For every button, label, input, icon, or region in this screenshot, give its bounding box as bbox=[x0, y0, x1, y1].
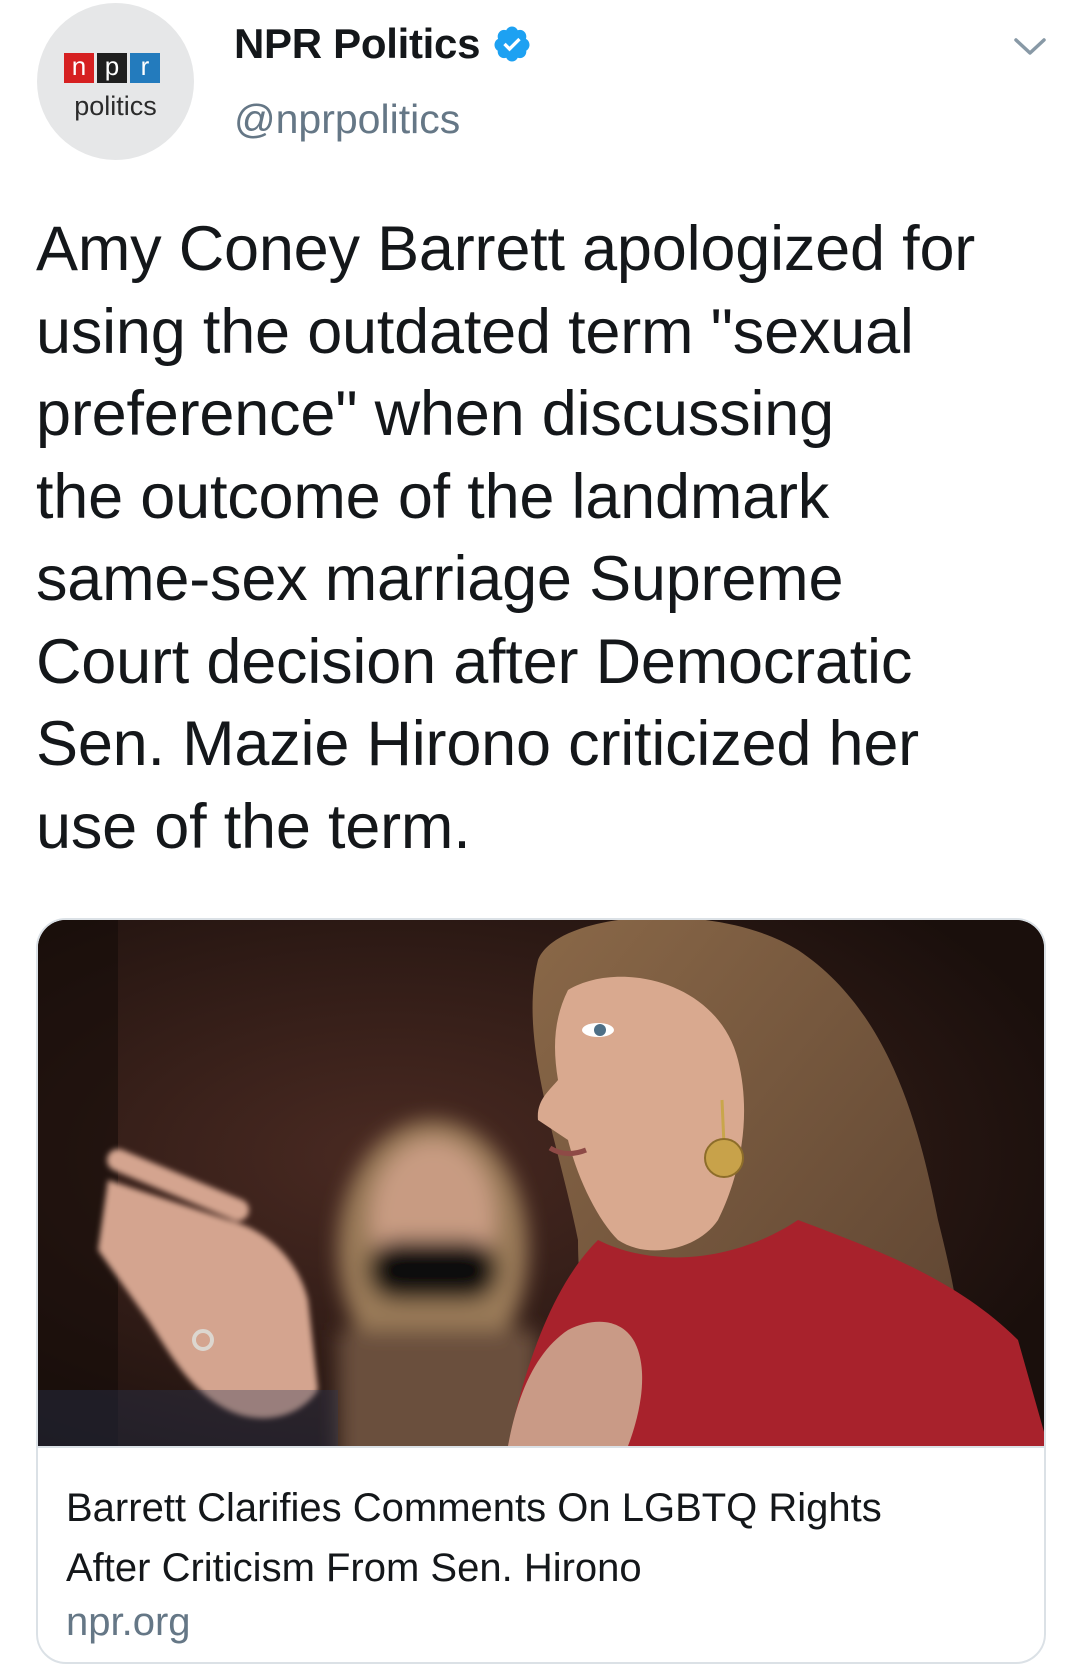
npr-logo: n p r bbox=[64, 53, 160, 83]
card-divider bbox=[38, 1446, 1044, 1448]
avatar-subtitle: politics bbox=[74, 91, 157, 121]
link-card-domain: npr.org bbox=[66, 1600, 191, 1644]
npr-logo-letter-n: n bbox=[64, 53, 94, 83]
tweet-text: Amy Coney Barrett apologized for using t… bbox=[36, 214, 976, 862]
npr-logo-letter-r: r bbox=[130, 53, 160, 83]
photo-of-speaker-gesturing bbox=[38, 920, 1044, 1446]
display-name[interactable]: NPR Politics bbox=[234, 20, 480, 68]
verified-badge-icon bbox=[492, 24, 532, 64]
avatar[interactable]: n p r politics bbox=[37, 3, 194, 160]
link-card-title[interactable]: Barrett Clarifies Comments On LGBTQ Righ… bbox=[66, 1478, 1026, 1598]
link-card[interactable]: Barrett Clarifies Comments On LGBTQ Righ… bbox=[36, 918, 1046, 1664]
link-card-image[interactable] bbox=[38, 920, 1044, 1446]
npr-logo-letter-p: p bbox=[97, 53, 127, 83]
tweet[interactable]: n p r politics NPR Politics @nprpolitics… bbox=[0, 0, 1080, 1668]
chevron-down-icon[interactable] bbox=[1010, 32, 1050, 60]
handle[interactable]: @nprpolitics bbox=[234, 96, 460, 143]
author-name-row[interactable]: NPR Politics bbox=[234, 20, 532, 68]
